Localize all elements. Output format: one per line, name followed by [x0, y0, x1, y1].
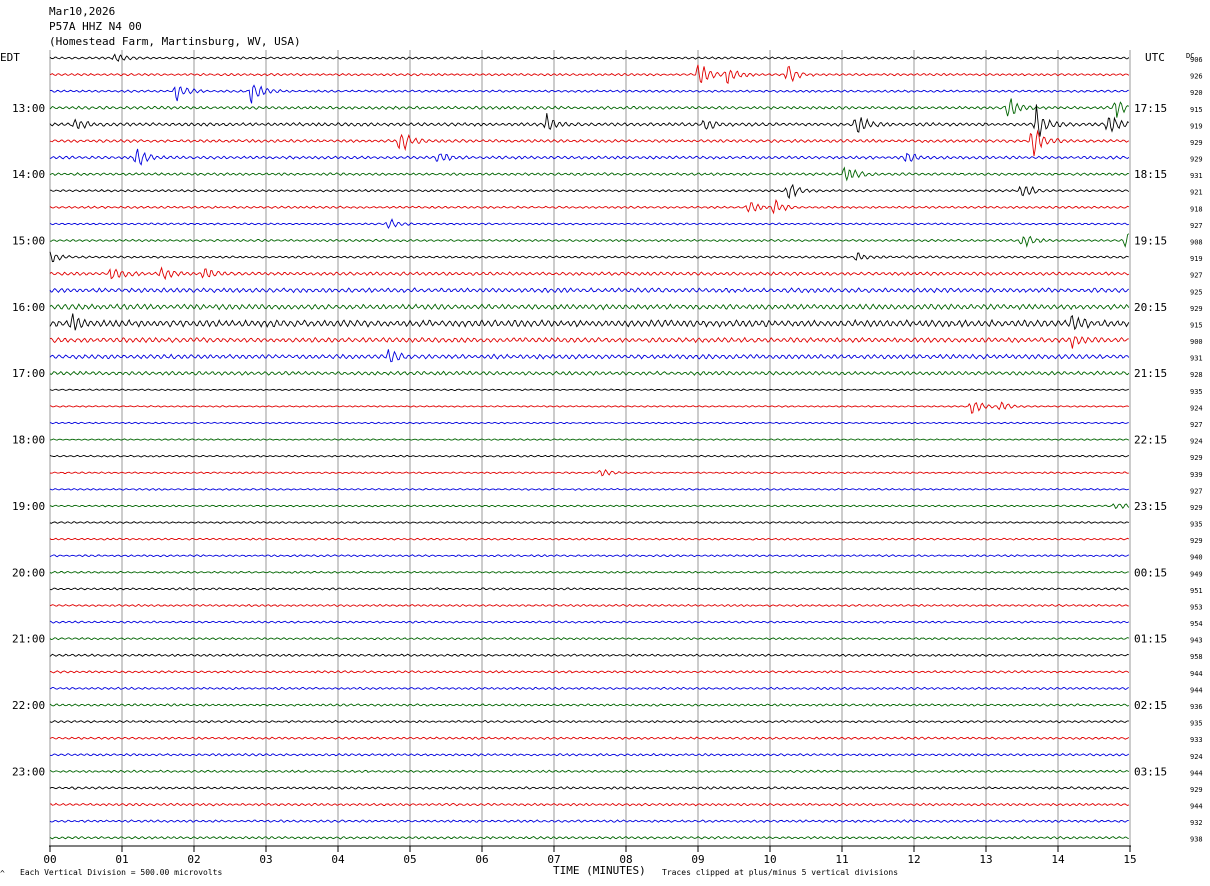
header-location: (Homestead Farm, Martinsburg, WV, USA) — [49, 35, 301, 48]
dc-offset-value: 929 — [1190, 504, 1203, 512]
helicorder-chart: Mar10,2026 P57A HHZ N4 00 (Homestead Far… — [0, 0, 1210, 886]
left-time-label: 22:00 — [12, 699, 45, 712]
dc-offset-value: 927 — [1190, 421, 1203, 429]
right-time-label: 23:15 — [1134, 500, 1167, 513]
dc-offset-value: 921 — [1190, 189, 1203, 197]
dc-offset-value: 927 — [1190, 272, 1203, 280]
left-time-label: 21:00 — [12, 633, 45, 646]
right-time-label: 02:15 — [1134, 699, 1167, 712]
dc-offset-value: 938 — [1190, 836, 1203, 844]
x-tick-label: 01 — [115, 853, 128, 866]
left-time-label: 18:00 — [12, 434, 45, 447]
right-timezone-label: UTC — [1145, 51, 1165, 64]
left-time-label: 20:00 — [12, 566, 45, 579]
dc-offset-value: 915 — [1190, 321, 1203, 329]
left-timezone-label: EDT — [0, 51, 20, 64]
dc-offset-value: 935 — [1190, 388, 1203, 396]
dc-offset-value: 918 — [1190, 205, 1203, 213]
dc-offset-value: 944 — [1190, 686, 1203, 694]
left-time-label: 23:00 — [12, 765, 45, 778]
scale-note: Each Vertical Division = 500.00 microvol… — [20, 868, 222, 877]
dc-offset-value: 927 — [1190, 222, 1203, 230]
dc-offset-value: 933 — [1190, 736, 1203, 744]
clip-note: Traces clipped at plus/minus 5 vertical … — [662, 868, 898, 877]
x-tick-label: 00 — [43, 853, 56, 866]
chart-background — [0, 0, 1210, 886]
dc-offset-value: 900 — [1190, 338, 1203, 346]
dc-offset-value: 953 — [1190, 603, 1203, 611]
right-time-label: 01:15 — [1134, 633, 1167, 646]
dc-offset-value: 908 — [1190, 238, 1203, 246]
x-tick-label: 12 — [907, 853, 920, 866]
dc-offset-value: 931 — [1190, 355, 1203, 363]
right-time-label: 21:15 — [1134, 367, 1167, 380]
header-station: P57A HHZ N4 00 — [49, 20, 142, 33]
dc-offset-value: 931 — [1190, 172, 1203, 180]
right-time-label: 17:15 — [1134, 102, 1167, 115]
dc-offset-value: 936 — [1190, 703, 1203, 711]
dc-offset-value: 943 — [1190, 637, 1203, 645]
left-time-label: 17:00 — [12, 367, 45, 380]
dc-offset-value: 919 — [1190, 255, 1203, 263]
left-time-label: 15:00 — [12, 234, 45, 247]
dc-offset-value: 924 — [1190, 438, 1203, 446]
dc-offset-value: 940 — [1190, 554, 1203, 562]
x-tick-label: 15 — [1123, 853, 1136, 866]
x-tick-label: 05 — [403, 853, 416, 866]
dc-offset-value: 929 — [1190, 156, 1203, 164]
dc-offset-value: 919 — [1190, 122, 1203, 130]
right-time-label: 20:15 — [1134, 301, 1167, 314]
dc-offset-value: 906 — [1190, 56, 1203, 64]
dc-offset-value: 958 — [1190, 653, 1203, 661]
x-tick-label: 10 — [763, 853, 776, 866]
dc-offset-value: 951 — [1190, 587, 1203, 595]
dc-offset-value: 915 — [1190, 106, 1203, 114]
dc-offset-value: 925 — [1190, 288, 1203, 296]
dc-offset-value: 928 — [1190, 371, 1203, 379]
dc-offset-value: 932 — [1190, 819, 1203, 827]
dc-offset-value: 954 — [1190, 620, 1203, 628]
x-tick-label: 02 — [187, 853, 200, 866]
dc-offset-value: 929 — [1190, 139, 1203, 147]
x-tick-label: 13 — [979, 853, 992, 866]
x-tick-label: 06 — [475, 853, 488, 866]
x-axis-label: TIME (MINUTES) — [553, 864, 646, 877]
dc-offset-value: 944 — [1190, 803, 1203, 811]
x-tick-label: 09 — [691, 853, 704, 866]
dc-offset-value: 949 — [1190, 570, 1203, 578]
header-date: Mar10,2026 — [49, 5, 115, 18]
left-time-label: 13:00 — [12, 102, 45, 115]
left-time-label: 19:00 — [12, 500, 45, 513]
x-tick-label: 14 — [1051, 853, 1065, 866]
dc-offset-value: 929 — [1190, 537, 1203, 545]
right-time-label: 00:15 — [1134, 566, 1167, 579]
right-time-label: 03:15 — [1134, 765, 1167, 778]
dc-offset-value: 924 — [1190, 753, 1203, 761]
dc-offset-value: 935 — [1190, 720, 1203, 728]
dc-offset-value: 926 — [1190, 73, 1203, 81]
dc-offset-value: 920 — [1190, 89, 1203, 97]
dc-offset-value: 944 — [1190, 670, 1203, 678]
dc-offset-value: 935 — [1190, 521, 1203, 529]
x-tick-label: 11 — [835, 853, 848, 866]
dc-offset-value: 927 — [1190, 487, 1203, 495]
x-tick-label: 04 — [331, 853, 345, 866]
dc-offset-value: 929 — [1190, 305, 1203, 313]
dc-offset-value: 929 — [1190, 454, 1203, 462]
dc-offset-value: 939 — [1190, 471, 1203, 479]
left-time-label: 14:00 — [12, 168, 45, 181]
dc-offset-value: 929 — [1190, 786, 1203, 794]
right-time-label: 18:15 — [1134, 168, 1167, 181]
x-tick-label: 03 — [259, 853, 272, 866]
dc-offset-value: 924 — [1190, 404, 1203, 412]
dc-offset-value: 944 — [1190, 769, 1203, 777]
right-time-label: 22:15 — [1134, 434, 1167, 447]
left-time-label: 16:00 — [12, 301, 45, 314]
right-time-label: 19:15 — [1134, 234, 1167, 247]
corner-mark: ^ — [0, 869, 5, 878]
